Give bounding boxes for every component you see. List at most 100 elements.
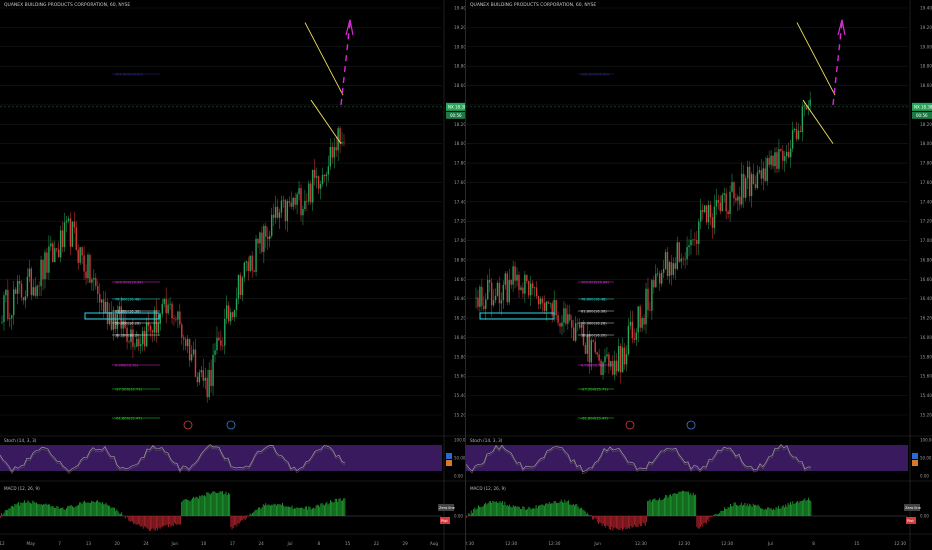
candle-body [703,205,706,213]
macd-histogram-bar [280,504,282,516]
macd-histogram-bar [641,516,643,526]
price-tick-label: 16.40 [920,296,932,301]
macd-histogram-bar [740,502,742,516]
macd-histogram-bar [80,502,82,516]
candle-body [274,206,277,218]
macd-histogram-bar [689,494,691,516]
macd-histogram-bar [333,502,335,516]
candle-body [265,226,267,237]
macd-histogram-bar [802,500,803,516]
macd-histogram-bar [672,493,674,516]
candle-body [731,182,733,192]
macd-histogram-bar [226,495,228,516]
fib-level-label: 38.200(16.20) [115,334,141,338]
macd-histogram-bar [273,503,275,516]
candle-body [91,279,93,283]
macd-histogram-bar [254,510,256,516]
macd-histogram-bar [744,502,746,516]
date-tick-label: 22 [374,541,380,546]
fib-level-label: 78.600(16.48) [115,298,141,302]
macd-histogram-bar [781,506,783,516]
candle-body [214,350,216,355]
candle-body [621,347,624,373]
macd-histogram-bar [473,509,475,516]
macd-histogram-bar [78,504,79,516]
candle-body [198,372,201,383]
candle-body [112,314,115,330]
candle-body [717,200,720,203]
macd-histogram-bar [764,508,766,516]
candle-body [774,152,776,167]
macd-histogram-bar [183,499,185,516]
macd-histogram-bar [540,504,542,516]
macd-histogram-bar [589,515,591,516]
macd-histogram-bar [790,502,791,516]
macd-histogram-bar [296,507,298,516]
chart-pane-right[interactable]: 19.4019.2019.0018.8018.6018.4018.2018.00… [466,0,932,550]
macd-histogram-bar [652,499,653,516]
macd-histogram-bar [545,503,547,516]
macd-histogram-bar [559,501,561,516]
candle-body [77,249,79,263]
chart-canvas-right[interactable]: 19.4019.2019.0018.8018.6018.4018.2018.00… [466,0,932,550]
zero-line-badge-text: Zero line [439,506,456,510]
candle-body [5,289,7,296]
macd-histogram-bar [50,506,52,516]
candle-body [723,193,725,195]
macd-histogram-bar [534,508,536,516]
macd-histogram-bar [809,500,811,516]
macd-histogram-bar [701,516,703,525]
price-tick-label: 18.60 [920,83,932,88]
stoch-d-badge [912,460,918,466]
macd-histogram-bar [674,493,676,516]
macd-histogram-bar [745,505,747,516]
macd-histogram-bar [562,501,563,516]
fib-level-label: 78.600(16.48) [581,298,607,302]
macd-histogram-bar [199,495,201,516]
candle-body [257,238,259,244]
macd-histogram-bar [563,502,565,516]
candle-body [555,299,557,316]
candle-body [512,266,514,285]
macd-histogram-bar [649,499,651,516]
macd-histogram-bar [647,501,649,516]
macd-histogram-bar [109,505,111,516]
macd-histogram-bar [650,501,652,516]
chart-pane-left[interactable]: 19.4019.2019.0018.8018.6018.4018.2018.00… [0,0,466,550]
candle-body [506,273,508,303]
macd-histogram-bar [286,506,288,516]
macd-label: MACD (12, 26, 9) [470,486,506,491]
macd-histogram-bar [482,505,484,516]
macd-histogram-bar [767,507,769,516]
candle-body [99,293,101,303]
macd-histogram-bar [313,507,315,516]
candle-body [142,331,144,345]
macd-histogram-bar [60,508,61,516]
macd-histogram-bar [87,502,89,516]
macd-histogram-bar [556,502,557,516]
macd-histogram-bar [497,502,499,516]
macd-histogram-bar [250,514,252,516]
candle-body [63,222,66,248]
macd-histogram-bar [180,516,181,525]
macd-histogram-bar [128,516,130,521]
macd-histogram-bar [206,492,208,516]
macd-histogram-bar [572,503,574,516]
macd-histogram-bar [102,502,103,516]
macd-histogram-bar [596,516,598,522]
macd-histogram-bar [611,516,613,527]
chart-canvas-left[interactable]: 19.4019.2019.0018.8018.6018.4018.2018.00… [0,0,466,550]
macd-histogram-bar [168,516,169,528]
macd-histogram-bar [138,516,139,525]
macd-histogram-bar [31,503,33,516]
macd-histogram-bar [504,501,506,516]
macd-histogram-bar [42,504,43,516]
candle-body [782,150,784,161]
candle-body [700,210,702,222]
macd-histogram-bar [707,516,709,520]
fib-level-label: 61.800(16.36) [581,310,607,314]
macd-histogram-bar [302,508,304,516]
candle-body [809,99,811,106]
date-tick-label: 12:30 [678,541,690,546]
stoch-tick-label: 100.00 [920,438,932,443]
